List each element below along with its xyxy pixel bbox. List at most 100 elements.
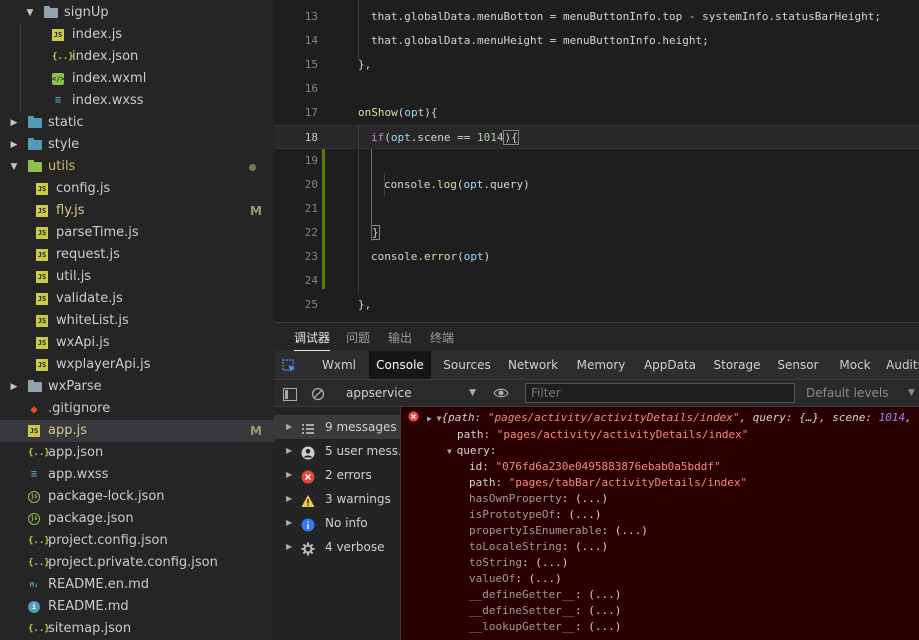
file-wxapi-js[interactable]: JS wxApi.js bbox=[0, 332, 274, 354]
file-validate-js[interactable]: JS validate.js bbox=[0, 288, 274, 310]
file-index-js[interactable]: JS index.js bbox=[0, 24, 274, 46]
file-readme-en-md[interactable]: M↓ README.en.md bbox=[0, 574, 274, 596]
prototype-method[interactable]: __defineGetter__: (...) bbox=[469, 587, 621, 603]
clear-console-icon[interactable] bbox=[311, 386, 325, 401]
prototype-method[interactable]: toString: (...) bbox=[469, 555, 568, 571]
file-app-wxss[interactable]: ≡ app.wxss bbox=[0, 464, 274, 486]
console-sidebar: ▶ 9 messages ▶ 5 user mess... ▶ 2 errors ▶ 3 wa… bbox=[274, 407, 401, 640]
file-package-json[interactable]: js package.json bbox=[0, 508, 274, 530]
warning-icon bbox=[301, 492, 315, 507]
log-levels-select[interactable]: Default levels ▼ bbox=[806, 383, 916, 403]
file-package-lock-json[interactable]: js package-lock.json bbox=[0, 486, 274, 508]
filter-input[interactable] bbox=[525, 383, 795, 403]
panel-tab-0[interactable]: 调试器 bbox=[294, 323, 331, 351]
devtools-tab-memory[interactable]: Memory bbox=[570, 351, 632, 379]
file-name: app.js bbox=[48, 423, 87, 438]
code-line[interactable]: 25}, bbox=[274, 293, 919, 317]
git-modified-badge: M bbox=[250, 424, 262, 438]
console-line[interactable]: path: "pages/activity/activityDetails/in… bbox=[457, 427, 748, 443]
file-request-js[interactable]: JS request.js bbox=[0, 244, 274, 266]
devtools-tab-wxml[interactable]: Wxml bbox=[317, 351, 361, 379]
prototype-method[interactable]: hasOwnProperty: (...) bbox=[469, 491, 608, 507]
file-project-private-config-json[interactable]: {..} project.private.config.json bbox=[0, 552, 274, 574]
devtools-tab-sources[interactable]: Sources bbox=[437, 351, 497, 379]
code-line[interactable]: 13 that.globalData.menuBotton = menuButto… bbox=[274, 5, 919, 29]
file-name: app.wxss bbox=[48, 467, 109, 482]
prototype-method[interactable]: __lookupGetter__: (...) bbox=[469, 619, 621, 635]
file-app-js[interactable]: JS app.js M bbox=[0, 420, 274, 442]
devtools-tab-appdata[interactable]: AppData bbox=[638, 351, 702, 379]
file-app-json[interactable]: {..} app.json bbox=[0, 442, 274, 464]
line-number: 20 bbox=[304, 178, 318, 191]
console-filter-info[interactable]: ▶ No info bbox=[274, 511, 400, 535]
devtools-tab-sensor[interactable]: Sensor bbox=[772, 351, 824, 379]
sidebar-toggle-icon[interactable] bbox=[283, 386, 297, 401]
prototype-method[interactable]: isPrototypeOf: (...) bbox=[469, 507, 601, 523]
code-line[interactable]: 18 if(opt.scene == 1014){ bbox=[274, 125, 919, 149]
devtools-tab-network[interactable]: Network bbox=[501, 351, 565, 379]
file-name: wxplayerApi.js bbox=[56, 357, 151, 372]
console-filter-user[interactable]: ▶ 5 user mess... bbox=[274, 439, 400, 463]
code-line[interactable]: 14 that.globalData.menuHeight = menuButto… bbox=[274, 29, 919, 53]
folder-style[interactable]: ▶ style bbox=[0, 134, 274, 156]
inspect-icon[interactable] bbox=[282, 358, 296, 372]
context-select[interactable]: appservice ▼ bbox=[336, 383, 476, 403]
file-gitignore[interactable]: ◆ .gitignore bbox=[0, 398, 274, 420]
code-editor[interactable]: 13 that.globalData.menuBotton = menuButto… bbox=[274, 0, 919, 322]
code-line[interactable]: 15}, bbox=[274, 53, 919, 77]
console-token: "pages/tabBar/activityDetails/index" bbox=[508, 476, 748, 489]
console-token: toString bbox=[469, 556, 522, 569]
code-line[interactable]: 23 console.error(opt) bbox=[274, 245, 919, 269]
console-line[interactable]: id: "076fd6a230e0495883876ebab0a5bddf" bbox=[469, 459, 721, 475]
folder-wxparse[interactable]: ▶ wxParse bbox=[0, 376, 274, 398]
chevron-right-icon: ▶ bbox=[286, 542, 293, 551]
prototype-method[interactable]: __defineSetter__: (...) bbox=[469, 603, 621, 619]
json-file-icon: {..} bbox=[28, 536, 50, 546]
file-index-wxml[interactable]: </> index.wxml bbox=[0, 68, 274, 90]
file-fly-js[interactable]: JS fly.js M bbox=[0, 200, 274, 222]
file-util-js[interactable]: JS util.js bbox=[0, 266, 274, 288]
console-filter-list[interactable]: ▶ 9 messages bbox=[274, 415, 400, 439]
folder-utils[interactable]: ▼ utils bbox=[0, 156, 274, 178]
file-whitelist-js[interactable]: JS whiteList.js bbox=[0, 310, 274, 332]
devtools-tab-storage[interactable]: Storage bbox=[708, 351, 766, 379]
file-readme-md[interactable]: i README.md bbox=[0, 596, 274, 618]
prototype-method[interactable]: propertyIsEnumerable: (...) bbox=[469, 523, 648, 539]
panel-tab-3[interactable]: 终端 bbox=[430, 323, 454, 351]
file-sitemap-json[interactable]: {..} sitemap.json bbox=[0, 618, 274, 640]
code-line[interactable]: 16 bbox=[274, 77, 919, 101]
code-line[interactable]: 24 bbox=[274, 269, 919, 293]
console-token: query bbox=[456, 444, 490, 457]
folder-icon bbox=[28, 138, 42, 150]
console-filter-verbose[interactable]: ▶ 4 verbose bbox=[274, 535, 400, 559]
file-parsetime-js[interactable]: JS parseTime.js bbox=[0, 222, 274, 244]
console-line[interactable]: path: "pages/tabBar/activityDetails/inde… bbox=[469, 475, 747, 491]
devtools-tab-console[interactable]: Console bbox=[369, 351, 431, 379]
devtools-tab-mock[interactable]: Mock bbox=[831, 351, 879, 379]
devtools-tab-audits[interactable]: Audits bbox=[885, 351, 919, 379]
file-config-js[interactable]: JS config.js bbox=[0, 178, 274, 200]
prototype-method[interactable]: valueOf: (...) bbox=[469, 571, 562, 587]
query-expander[interactable]: ▼ query: bbox=[447, 443, 496, 459]
console-token: hasOwnProperty bbox=[469, 492, 562, 505]
console-filter-warning[interactable]: ▶ 3 warnings bbox=[274, 487, 400, 511]
file-index-json[interactable]: {..} index.json bbox=[0, 46, 274, 68]
error-log-summary[interactable]: ▶ ▼{path: "pages/activity/activityDetail… bbox=[427, 410, 912, 426]
file-wxplayerapi-js[interactable]: JS wxplayerApi.js bbox=[0, 354, 274, 376]
git-modified-badge: M bbox=[250, 204, 262, 218]
panel-tab-1[interactable]: 问题 bbox=[346, 323, 370, 351]
console-token: "pages/activity/activityDetails/index" bbox=[496, 428, 749, 441]
eye-icon[interactable] bbox=[493, 385, 509, 401]
code-line[interactable]: 17 onShow(opt){ bbox=[274, 101, 919, 125]
console-filter-error[interactable]: ▶ 2 errors bbox=[274, 463, 400, 487]
chevron-down-icon: ▼ bbox=[26, 8, 34, 18]
pkg-file-icon: js bbox=[28, 491, 40, 503]
panel-tab-2[interactable]: 输出 bbox=[388, 323, 412, 351]
folder-signup[interactable]: ▼ signUp bbox=[0, 2, 274, 24]
folder-static[interactable]: ▶ static bbox=[0, 112, 274, 134]
code-token: opt bbox=[463, 178, 484, 191]
prototype-method[interactable]: toLocaleString: (...) bbox=[469, 539, 608, 555]
file-index-wxss[interactable]: ≡ index.wxss bbox=[0, 90, 274, 112]
file-project-config-json[interactable]: {..} project.config.json bbox=[0, 530, 274, 552]
folder-icon bbox=[28, 160, 42, 172]
